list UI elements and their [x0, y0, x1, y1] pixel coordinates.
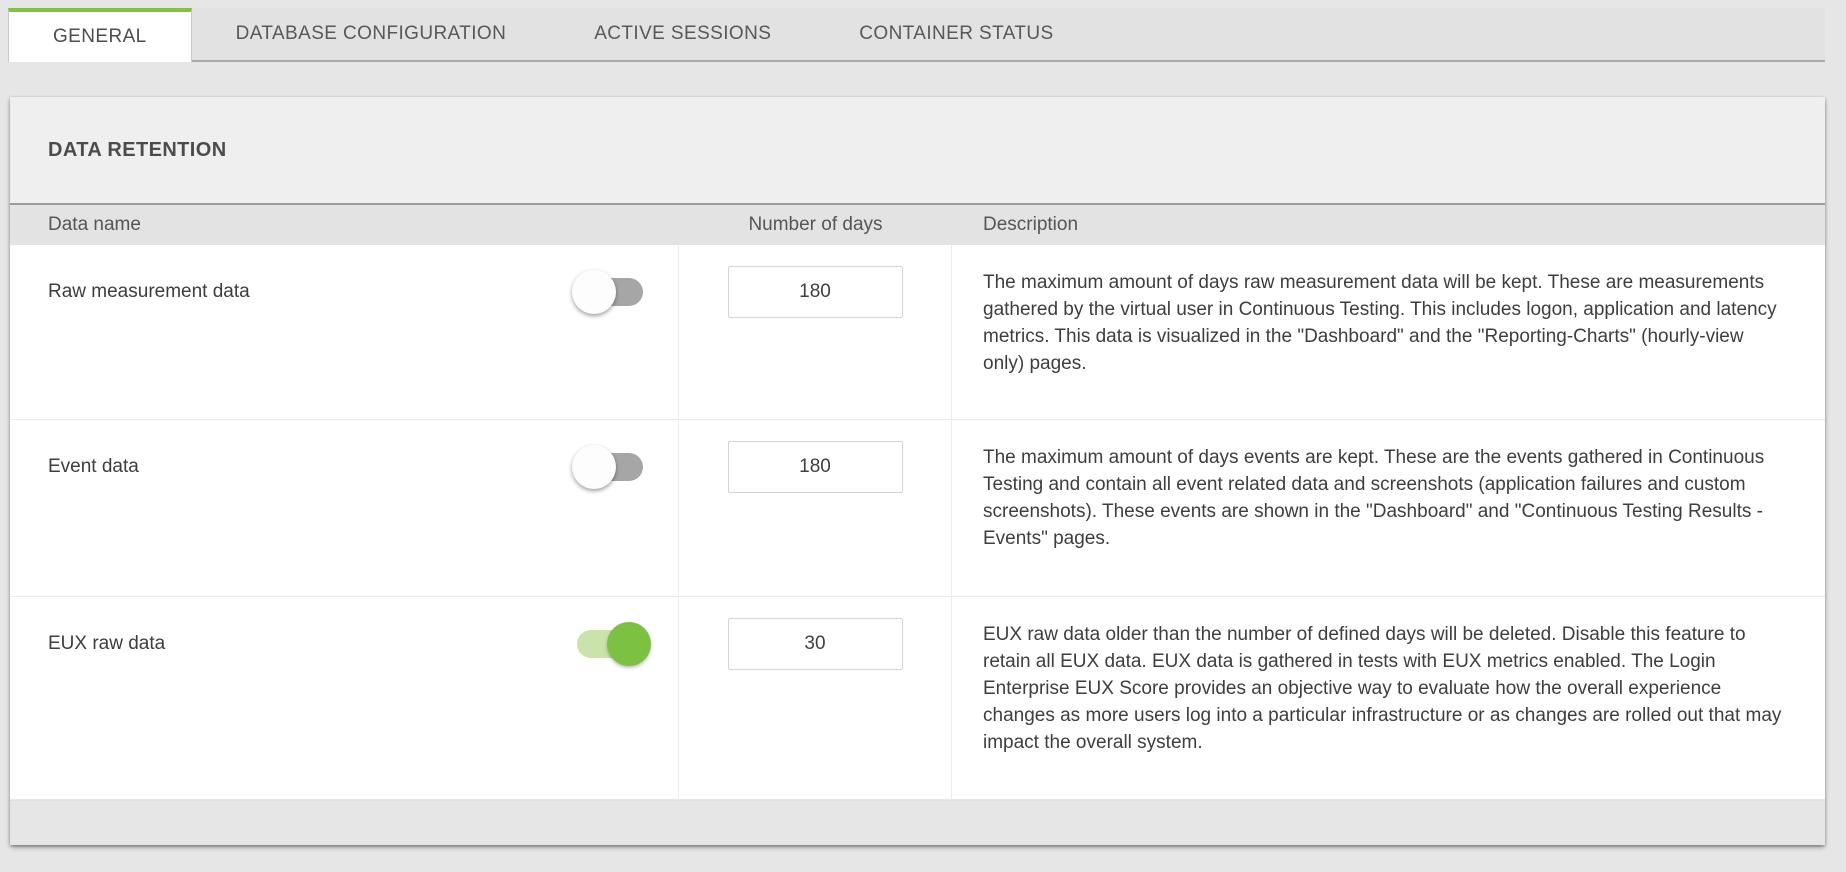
tab-general[interactable]: GENERAL	[8, 8, 192, 62]
tab-container-status[interactable]: CONTAINER STATUS	[815, 8, 1097, 62]
table-row-event-data: Event data The maximum amount of days ev…	[10, 420, 1825, 597]
raw-measurement-days-input[interactable]	[728, 266, 903, 318]
row-description: The maximum amount of days raw measureme…	[952, 245, 1825, 419]
event-data-toggle[interactable]	[577, 441, 652, 493]
row-label: Event data	[48, 441, 139, 493]
panel-header: DATA RETENTION	[10, 97, 1825, 203]
data-retention-panel: DATA RETENTION Data name Number of days …	[10, 97, 1825, 845]
row-label: Raw measurement data	[48, 266, 250, 318]
panel-footer	[10, 800, 1825, 845]
toggle-knob	[572, 445, 616, 489]
column-header-description: Description	[952, 214, 1825, 236]
toggle-knob	[572, 270, 616, 314]
tab-active-sessions[interactable]: ACTIVE SESSIONS	[550, 8, 815, 62]
event-data-days-input[interactable]	[728, 441, 903, 493]
table-row-eux-raw-data: EUX raw data EUX raw data older than the…	[10, 597, 1825, 800]
raw-measurement-data-toggle[interactable]	[577, 266, 652, 318]
column-header-number-of-days: Number of days	[679, 214, 952, 236]
row-label: EUX raw data	[48, 618, 165, 670]
tab-bar-filler	[1098, 8, 1825, 62]
tab-database-configuration[interactable]: DATABASE CONFIGURATION	[192, 8, 551, 62]
eux-raw-data-toggle[interactable]	[577, 618, 652, 670]
eux-raw-data-days-input[interactable]	[728, 618, 903, 670]
toggle-knob	[607, 622, 651, 666]
table-header-row: Data name Number of days Description	[10, 203, 1825, 245]
row-description: The maximum amount of days events are ke…	[952, 420, 1825, 596]
settings-tab-bar: GENERAL DATABASE CONFIGURATION ACTIVE SE…	[0, 0, 1846, 62]
table-row-raw-measurement-data: Raw measurement data The maximum amount …	[10, 245, 1825, 420]
page-title: DATA RETENTION	[48, 139, 227, 162]
column-header-data-name: Data name	[10, 214, 679, 236]
row-description: EUX raw data older than the number of de…	[952, 597, 1825, 799]
